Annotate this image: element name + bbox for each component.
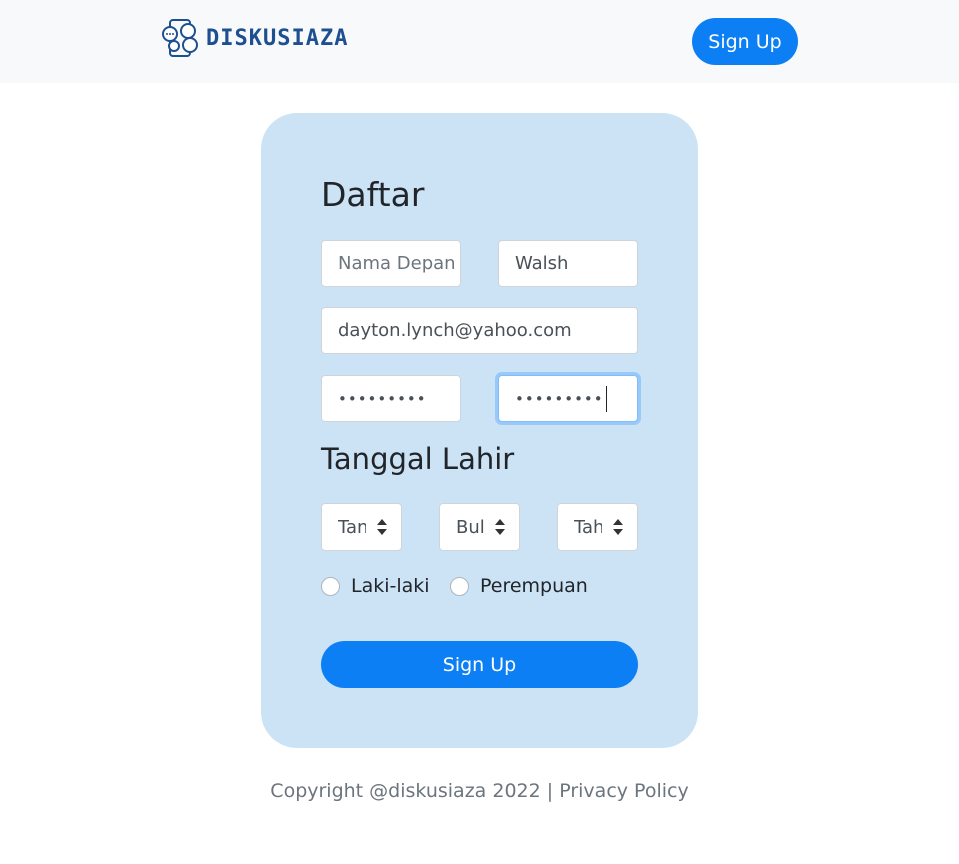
- gender-option-female[interactable]: Perempuan: [450, 574, 588, 598]
- brand-name: DISKUSIAZA: [206, 25, 349, 51]
- copyright-text: Copyright @diskusiaza 2022: [270, 780, 541, 802]
- radio-female-label[interactable]: Perempuan: [480, 575, 588, 597]
- email-input[interactable]: dayton.lynch@yahoo.com: [321, 307, 638, 354]
- last-name-input[interactable]: Walsh: [498, 240, 638, 287]
- text-caret: [605, 385, 607, 412]
- year-select[interactable]: Tahun: [557, 503, 638, 551]
- confirm-password-input[interactable]: •••••••••: [498, 375, 638, 422]
- navbar-signup-button[interactable]: Sign Up: [692, 18, 798, 65]
- submit-signup-button[interactable]: Sign Up: [321, 641, 638, 688]
- navbar: DISKUSIAZA Sign Up: [0, 0, 959, 83]
- confirm-password-mask: •••••••••: [515, 389, 604, 408]
- sort-arrows-icon: [495, 519, 505, 535]
- month-select[interactable]: Bulan: [439, 503, 520, 551]
- chat-bubbles-icon: [162, 19, 198, 57]
- footer: Copyright @diskusiaza 2022 | Privacy Pol…: [0, 780, 959, 802]
- signup-card: Daftar Nama Depan Walsh dayton.lynch@yah…: [261, 113, 698, 748]
- brand-logo[interactable]: DISKUSIAZA: [162, 18, 348, 58]
- first-name-input[interactable]: Nama Depan: [321, 240, 461, 287]
- gender-option-male[interactable]: Laki-laki: [321, 574, 430, 598]
- birthdate-label: Tanggal Lahir: [321, 442, 515, 476]
- footer-separator: |: [546, 780, 554, 802]
- year-select-value: Tahun: [574, 516, 602, 538]
- radio-male-label[interactable]: Laki-laki: [351, 575, 430, 597]
- privacy-policy-link[interactable]: Privacy Policy: [559, 780, 688, 802]
- radio-male[interactable]: [321, 576, 340, 596]
- sort-arrows-icon: [613, 519, 623, 535]
- password-input[interactable]: •••••••••: [321, 375, 461, 422]
- day-select[interactable]: Tanggal: [321, 503, 402, 551]
- password-mask: •••••••••: [338, 389, 427, 408]
- sort-arrows-icon: [377, 519, 387, 535]
- form-title: Daftar: [321, 175, 425, 214]
- month-select-value: Bulan: [456, 516, 484, 538]
- day-select-value: Tanggal: [338, 516, 366, 538]
- radio-female[interactable]: [450, 576, 469, 596]
